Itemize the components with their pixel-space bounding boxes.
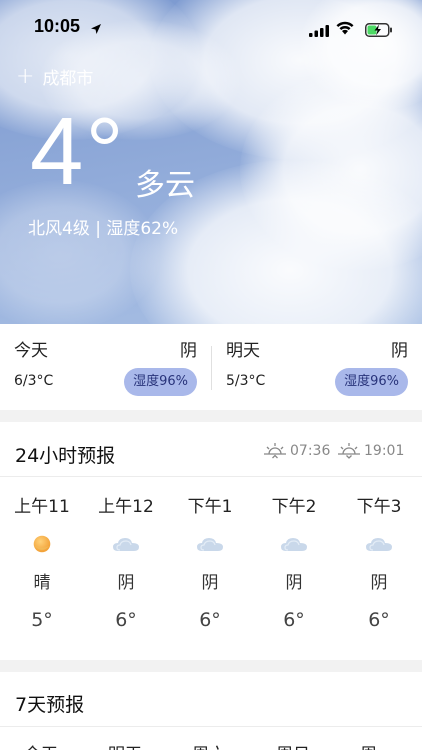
hour-weather: 阴: [370, 573, 388, 593]
cellular-signal-icon: [309, 22, 329, 41]
hour-weather: 阴: [117, 573, 135, 593]
hour-item: 上午12 阴 6°: [84, 492, 168, 631]
hour-item: 下午2 阴 6°: [252, 492, 336, 631]
day-card-today[interactable]: 今天 阴 6/3°C 湿度96%: [14, 324, 197, 410]
location-arrow-icon: [90, 20, 102, 39]
city-row[interactable]: + 成都市: [16, 64, 93, 89]
weekday-label: 今天: [24, 740, 58, 750]
weekday-label: 周日: [276, 740, 310, 750]
status-bar: 10:05: [0, 14, 422, 42]
weekday-label: 明天: [108, 740, 142, 750]
cloud-icon: [197, 538, 223, 551]
humidity-badge: 湿度96%: [335, 368, 408, 396]
humidity-badge: 湿度96%: [124, 368, 197, 396]
battery-charging-icon: [365, 22, 393, 41]
hour-item: 下午3 阴 6°: [337, 492, 421, 631]
weather-hero: 10:05 + 成都市 4° 多云 北风4级 | 湿度62%: [0, 0, 422, 324]
hour-time: 上午11: [14, 497, 70, 517]
add-city-icon[interactable]: +: [16, 65, 34, 88]
day-summary-panel: 今天 阴 6/3°C 湿度96% 明天 阴 5/3°C 湿度96%: [0, 324, 422, 410]
hour-time: 下午1: [187, 497, 233, 517]
weekday-label: 周六: [192, 740, 226, 750]
sunrise-icon: [264, 443, 286, 459]
day-temp-range: 6/3°C: [14, 373, 54, 389]
current-condition: 多云: [135, 168, 195, 203]
day-name: 明天: [226, 341, 260, 361]
hourly-forecast-panel: 24小时预报 07:36 19:01 上午11 晴 5° 上午12 阴 6° 下…: [0, 422, 422, 660]
hour-temp: 6°: [368, 609, 390, 631]
hour-item: 上午11 晴 5°: [0, 492, 84, 631]
divider: [0, 726, 422, 727]
day-card-tomorrow[interactable]: 明天 阴 5/3°C 湿度96%: [226, 324, 408, 410]
hour-weather: 晴: [33, 573, 51, 593]
sunset-time: 19:01: [364, 443, 405, 459]
hour-item: 下午1 阴 6°: [168, 492, 252, 631]
sunset: 19:01: [337, 442, 404, 460]
hour-temp: 6°: [283, 609, 305, 631]
weekday-label: 周一: [360, 740, 394, 750]
hour-weather: 阴: [201, 573, 219, 593]
city-name[interactable]: 成都市: [42, 64, 93, 89]
hour-weather: 阴: [285, 573, 303, 593]
day-name: 今天: [14, 341, 48, 361]
sun-icon: [33, 535, 51, 553]
weekly-forecast-panel: 7天预报 今天 明天 周六 周日 周一: [0, 672, 422, 750]
wifi-icon: [335, 20, 355, 39]
cloud-icon: [366, 538, 392, 551]
divider: [211, 346, 212, 390]
hour-time: 上午12: [98, 497, 154, 517]
hour-time: 下午2: [271, 497, 317, 517]
weekly-title: 7天预报: [15, 694, 85, 716]
hour-temp: 5°: [31, 609, 53, 631]
day-temp-range: 5/3°C: [226, 373, 266, 389]
day-weather: 阴: [391, 341, 408, 361]
hour-time: 下午3: [356, 497, 402, 517]
cloud-icon: [281, 538, 307, 551]
cloud-icon: [113, 538, 139, 551]
current-temperature: 4°: [30, 98, 126, 205]
hour-temp: 6°: [199, 609, 221, 631]
hourly-title: 24小时预报: [15, 445, 116, 467]
divider: [0, 476, 422, 477]
hour-temp: 6°: [115, 609, 137, 631]
sunset-icon: [338, 443, 360, 459]
sunrise: 07:36: [263, 442, 330, 460]
status-time: 10:05: [34, 16, 81, 36]
sunrise-time: 07:36: [290, 443, 331, 459]
day-weather: 阴: [180, 341, 197, 361]
current-wind-humidity: 北风4级 | 湿度62%: [28, 219, 179, 239]
